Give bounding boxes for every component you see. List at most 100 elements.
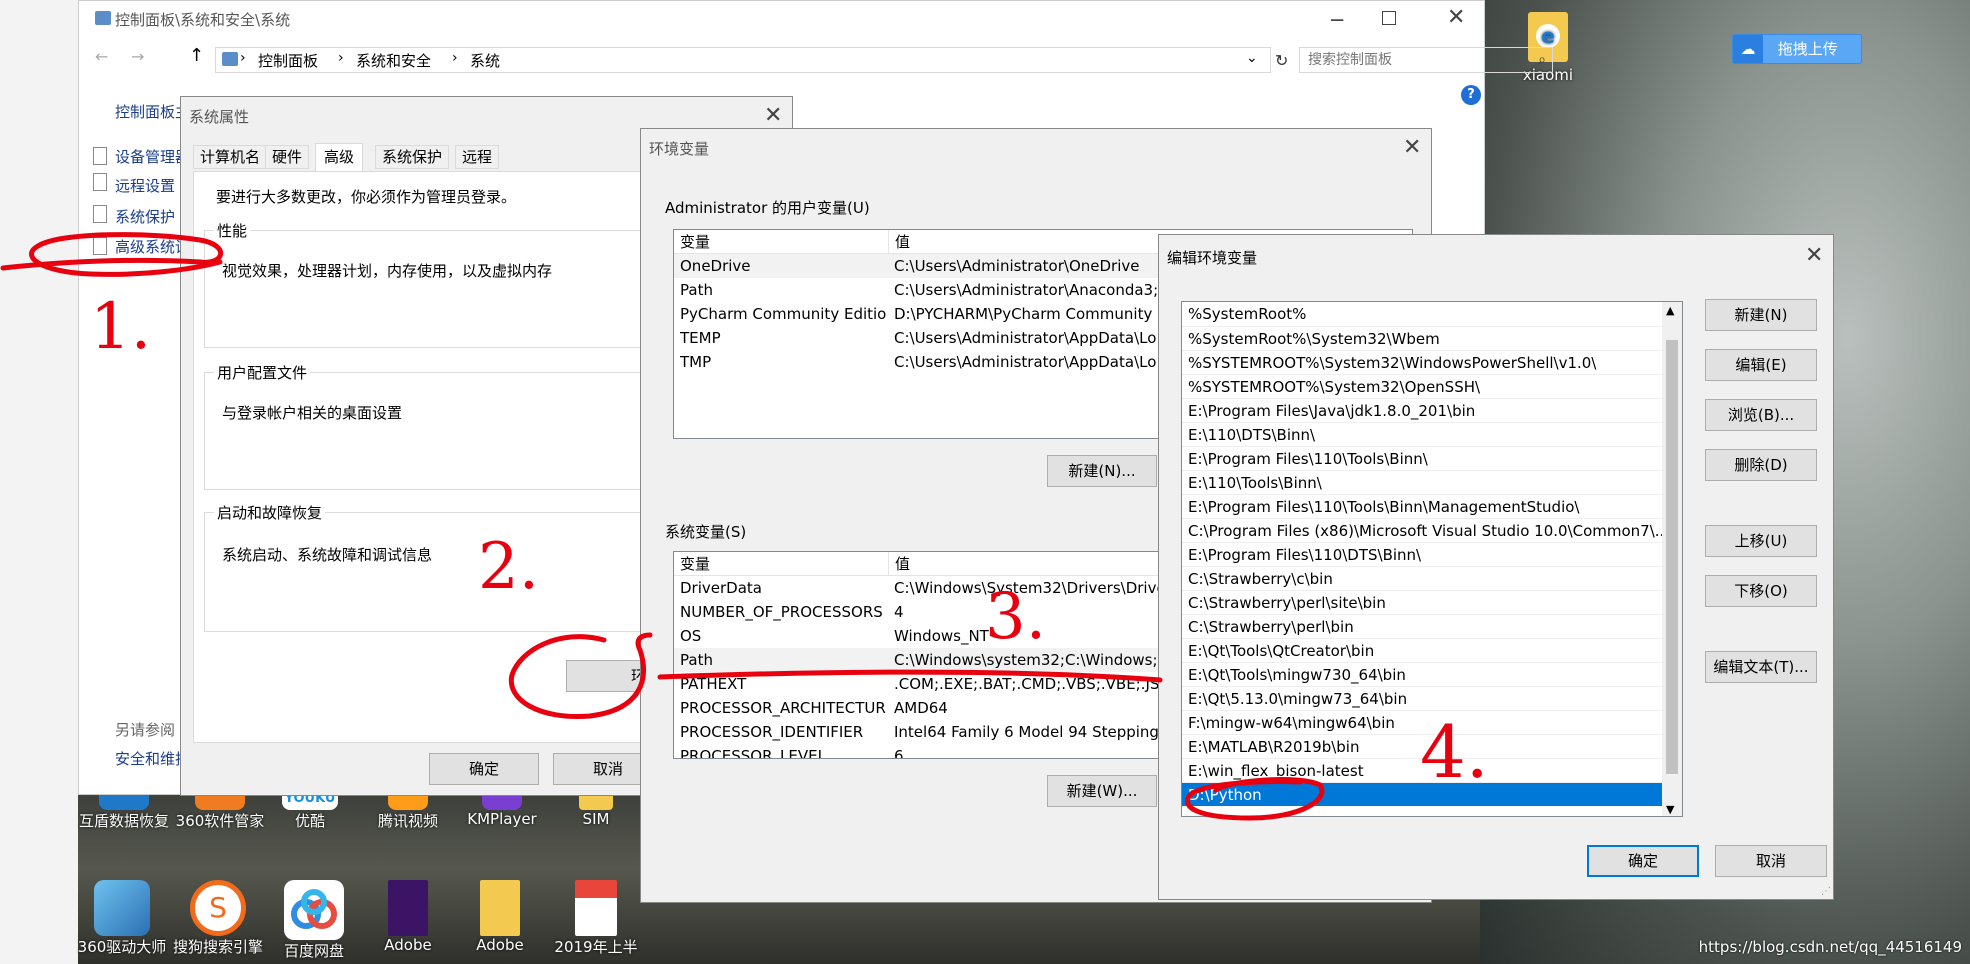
path-entry[interactable]: C:\Strawberry\perl\site\bin	[1182, 590, 1664, 614]
help-icon[interactable]: ?	[1461, 85, 1481, 105]
minimize-button[interactable]: ─	[1331, 9, 1343, 31]
close-button[interactable]: ✕	[1805, 245, 1823, 267]
desktop-icon-2019-file[interactable]: 2019年上半	[548, 880, 644, 957]
see-also-label: 另请参阅	[115, 721, 176, 739]
performance-text: 视觉效果，处理器计划，内存使用，以及虚拟内存	[222, 262, 553, 280]
tab-hardware[interactable]: 硬件	[265, 145, 310, 169]
scroll-up-icon[interactable]: ▲	[1666, 304, 1674, 317]
search-input[interactable]: 搜索控制面板 ⌕	[1299, 47, 1553, 73]
path-entry[interactable]: C:\Program Files (x86)\Microsoft Visual …	[1182, 518, 1664, 542]
left-link-advanced[interactable]: 高级系统设	[115, 236, 190, 257]
user-new-button[interactable]: 新建(N)...	[1047, 455, 1157, 487]
scrollbar[interactable]: ▲ ▼	[1662, 302, 1682, 816]
system-new-button[interactable]: 新建(W)...	[1047, 775, 1157, 807]
profile-text: 与登录帐户相关的桌面设置	[222, 404, 403, 422]
annotation-number-4: 4.	[1420, 710, 1489, 794]
sogou-icon: S	[190, 880, 246, 936]
ok-button[interactable]: 确定	[429, 753, 539, 785]
scrollbar-thumb[interactable]	[1666, 340, 1678, 774]
scroll-down-icon[interactable]: ▼	[1666, 803, 1674, 816]
breadcrumb-item[interactable]: 系统和安全	[356, 50, 431, 71]
security-link[interactable]: 安全和维护	[115, 748, 190, 769]
path-entry[interactable]: E:\110\Tools\Binn\	[1182, 470, 1664, 494]
cancel-button[interactable]: 取消	[1715, 845, 1827, 877]
shield-icon	[93, 173, 107, 191]
chevron-right-icon: ›	[338, 50, 344, 66]
adobe-file-icon	[388, 880, 428, 936]
desktop-icon-baidu-pan[interactable]: 百度网盘	[266, 880, 362, 961]
column-header-value[interactable]: 值	[888, 552, 910, 575]
path-entry[interactable]: E:\Program Files\Java\jdk1.8.0_201\bin	[1182, 398, 1664, 422]
path-entry[interactable]: E:\110\DTS\Binn\	[1182, 422, 1664, 446]
path-entry[interactable]: C:\Strawberry\perl\bin	[1182, 614, 1664, 638]
watermark: https://blog.csdn.net/qq_44516149	[1698, 938, 1962, 956]
address-bar[interactable]: › 控制面板 › 系统和安全 › 系统 ⌄	[215, 47, 1271, 73]
column-header-value[interactable]: 值	[888, 230, 910, 253]
forward-icon[interactable]: →	[131, 47, 144, 66]
left-link-protection[interactable]: 系统保护	[115, 206, 175, 227]
path-entry[interactable]: C:\Strawberry\c\bin	[1182, 566, 1664, 590]
browse-button[interactable]: 浏览(B)...	[1705, 399, 1817, 431]
tab-advanced[interactable]: 高级	[315, 143, 364, 171]
new-button[interactable]: 新建(N)	[1705, 299, 1817, 331]
move-up-button[interactable]: 上移(U)	[1705, 525, 1817, 557]
profile-label: 用户配置文件	[214, 362, 311, 383]
annotation-number-2: 2.	[478, 530, 540, 604]
user-vars-label: Administrator 的用户变量(U)	[665, 199, 870, 217]
tab-remote[interactable]: 远程	[455, 145, 500, 169]
path-entry[interactable]: E:\Program Files\110\DTS\Binn\	[1182, 542, 1664, 566]
path-entry[interactable]: E:\Qt\5.13.0\mingw73_64\bin	[1182, 686, 1664, 710]
path-entry[interactable]: %SYSTEMROOT%\System32\OpenSSH\	[1182, 374, 1664, 398]
desktop-icon-adobe-2[interactable]: Adobe	[452, 880, 548, 954]
resize-grip-icon[interactable]: ⋰	[1821, 886, 1831, 897]
left-link-device-manager[interactable]: 设备管理器	[115, 146, 190, 167]
cloud-icon: ☁	[1733, 35, 1763, 63]
path-entry[interactable]: E:\Qt\Tools\QtCreator\bin	[1182, 638, 1664, 662]
close-button[interactable]: ✕	[764, 105, 782, 127]
delete-button[interactable]: 删除(D)	[1705, 449, 1817, 481]
chevron-down-icon[interactable]: ⌄	[1246, 50, 1258, 66]
ok-button[interactable]: 确定	[1587, 845, 1699, 877]
folder-icon	[480, 880, 520, 936]
path-entry[interactable]: %SYSTEMROOT%\System32\WindowsPowerShell\…	[1182, 350, 1664, 374]
tab-system-protection[interactable]: 系统保护	[375, 145, 450, 169]
up-icon[interactable]: ↑	[189, 45, 204, 66]
edit-text-button[interactable]: 编辑文本(T)...	[1705, 651, 1817, 683]
path-entry[interactable]: E:\Program Files\110\Tools\Binn\	[1182, 446, 1664, 470]
control-panel-home-link[interactable]: 控制面板主	[115, 101, 190, 122]
control-panel-icon	[222, 52, 238, 66]
close-button[interactable]: ✕	[1403, 137, 1421, 159]
back-icon[interactable]: ←	[95, 47, 108, 66]
breadcrumb-item[interactable]: 系统	[470, 50, 500, 71]
path-entry[interactable]: E:\Program Files\110\Tools\Binn\Manageme…	[1182, 494, 1664, 518]
annotation-number-1: 1.	[90, 290, 152, 364]
close-button[interactable]: ✕	[1447, 7, 1465, 29]
performance-label: 性能	[214, 220, 251, 241]
column-header-variable[interactable]: 变量	[680, 552, 710, 575]
refresh-icon[interactable]: ↻	[1275, 51, 1288, 70]
desktop-left-strip	[0, 0, 78, 964]
edit-button[interactable]: 编辑(E)	[1705, 349, 1817, 381]
left-link-remote[interactable]: 远程设置	[115, 175, 175, 196]
maximize-button[interactable]	[1382, 11, 1396, 25]
dialog-title: 系统属性	[189, 108, 250, 126]
edit-environment-variable-dialog: 编辑环境变量 ✕ %SystemRoot% %SystemRoot%\System…	[1158, 234, 1834, 900]
control-panel-icon	[95, 11, 111, 25]
desktop-icon-360-driver[interactable]: 360驱动大师	[74, 880, 170, 957]
tab-computer-name[interactable]: 计算机名	[193, 145, 268, 169]
path-entry[interactable]: %SystemRoot%\System32\Wbem	[1182, 326, 1664, 350]
column-header-variable[interactable]: 变量	[680, 230, 710, 253]
shield-icon	[93, 205, 107, 223]
desktop-icon-adobe-1[interactable]: Adobe	[360, 880, 456, 954]
upload-button[interactable]: ☁ 拖拽上传	[1732, 34, 1862, 64]
shield-icon	[93, 147, 107, 165]
breadcrumb-item[interactable]: 控制面板	[258, 50, 318, 71]
desktop-icon-sogou[interactable]: S 搜狗搜索引擎	[170, 880, 266, 957]
document-icon	[575, 880, 617, 936]
path-entry[interactable]: %SystemRoot%	[1182, 302, 1664, 326]
startup-label: 启动和故障恢复	[214, 502, 326, 523]
move-down-button[interactable]: 下移(O)	[1705, 575, 1817, 607]
window-title: 控制面板\系统和安全\系统	[115, 11, 291, 29]
path-entry[interactable]: E:\Qt\Tools\mingw730_64\bin	[1182, 662, 1664, 686]
annotation-number-3: 3.	[985, 580, 1047, 654]
